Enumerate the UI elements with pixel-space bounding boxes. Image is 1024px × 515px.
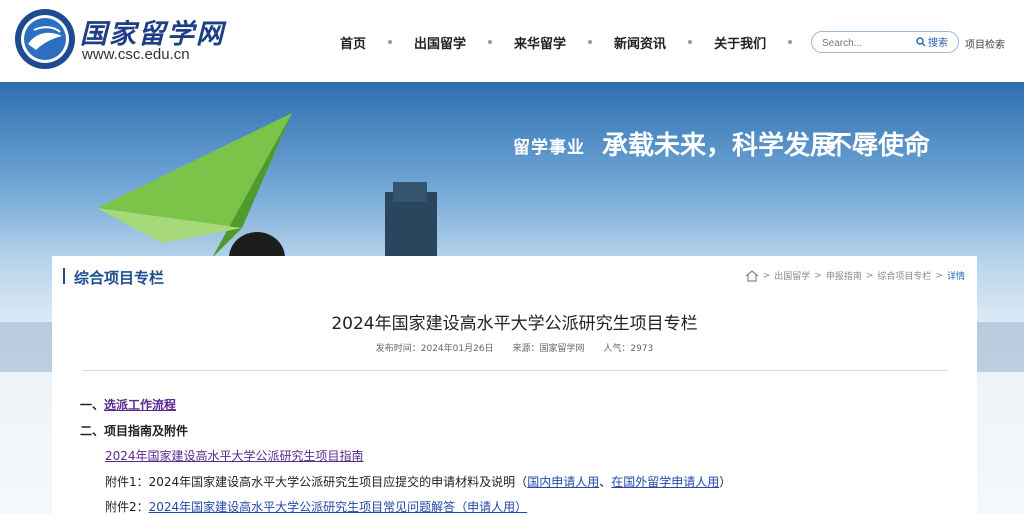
attachment-1-close: ） [719,475,732,489]
section-accent-bar [63,268,65,284]
nav-separator [788,40,793,44]
views-info: 人气：2973 [603,344,653,354]
breadcrumb-separator: > [935,270,943,281]
nav-separator [588,40,593,44]
guide-line: 2024年国家建设高水平大学公派研究生项目指南 [105,447,364,464]
nav-separator [388,40,393,44]
selection-process-link[interactable]: 选派工作流程 [104,398,176,412]
breadcrumb-separator: > [865,270,874,281]
faq-link[interactable]: 2024年国家建设高水平大学公派研究生项目常见问题解答（申请人用） [149,500,528,514]
site-header: 国家留学网 www.csc.edu.cn 首页 出国留学 来华留学 新闻资讯 关… [0,0,1024,82]
breadcrumb-study-abroad[interactable]: 出国留学 [774,269,810,282]
domestic-applicant-link[interactable]: 国内申请人用 [527,475,599,489]
search-icon [916,36,926,46]
home-icon[interactable] [745,269,759,282]
attachment-2-prefix: 附件2： [105,500,149,514]
article-title: 2024年国家建设高水平大学公派研究生项目专栏 [331,314,698,334]
breadcrumb-separator: > [814,270,822,281]
banner-slogan-3: 不辱使命 [826,131,931,161]
item-1-prefix: 一、 [80,398,105,412]
overseas-applicant-link[interactable]: 在国外留学申请人用 [611,475,719,489]
breadcrumb-current: 详情 [946,272,965,282]
search-button[interactable]: 搜索 [916,34,948,49]
nav-study-in-china[interactable]: 来华留学 [514,33,566,52]
attachment-1-separator: 、 [599,475,612,489]
breadcrumb-guide[interactable]: 申报指南 [826,269,862,282]
banner-slogan-2: 承载未来，科学发展 [602,131,837,161]
project-guide-link[interactable]: 2024年国家建设高水平大学公派研究生项目指南 [105,449,364,463]
source-info: 来源：国家留学网 [512,344,584,354]
item-1: 一、选派工作流程 [80,396,176,413]
nav-study-abroad[interactable]: 出国留学 [414,33,466,52]
nav-separator [688,40,693,44]
divider [82,370,948,371]
attachment-1-prefix: 附件1： [105,475,149,489]
publish-label: 发布时间： [375,344,421,354]
breadcrumb-separator: > [762,270,771,281]
source-label: 来源： [512,344,540,354]
project-search-link[interactable]: 项目检索 [965,36,1005,51]
section-title: 综合项目专栏 [74,269,165,287]
item-2-heading: 二、项目指南及附件 [80,424,189,438]
publish-info: 发布时间：2024年01月26日 [376,344,494,354]
nav-news[interactable]: 新闻资讯 [614,33,666,52]
views-count: 2973 [630,344,654,354]
search-box: 搜索 [811,31,959,53]
search-input[interactable] [820,34,919,52]
main-nav: 首页 出国留学 来华留学 新闻资讯 关于我们 [340,32,814,52]
breadcrumb-column[interactable]: 综合项目专栏 [877,269,931,282]
attachment-2: 附件2：2024年国家建设高水平大学公派研究生项目常见问题解答（申请人用） [105,498,527,515]
banner-slogan-1: 留学事业 [513,138,585,158]
attachment-1-text: 2024年国家建设高水平大学公派研究生项目应提交的申请材料及说明（ [148,475,528,489]
nav-home[interactable]: 首页 [340,33,366,52]
attachment-1: 附件1：2024年国家建设高水平大学公派研究生项目应提交的申请材料及说明（国内申… [105,473,731,490]
search-button-label: 搜索 [928,38,948,49]
views-label: 人气： [603,344,631,354]
site-url: www.csc.edu.cn [82,46,190,63]
source-value: 国家留学网 [539,344,585,354]
article-meta: 发布时间：2024年01月26日 来源：国家留学网 人气：2973 [52,341,977,354]
nav-separator [488,40,493,44]
publish-date: 2024年01月26日 [420,344,494,354]
csc-logo[interactable] [14,8,76,70]
breadcrumb: > 出国留学 > 申报指南 > 综合项目专栏 > 详情 [745,269,965,282]
nav-about[interactable]: 关于我们 [714,33,766,52]
